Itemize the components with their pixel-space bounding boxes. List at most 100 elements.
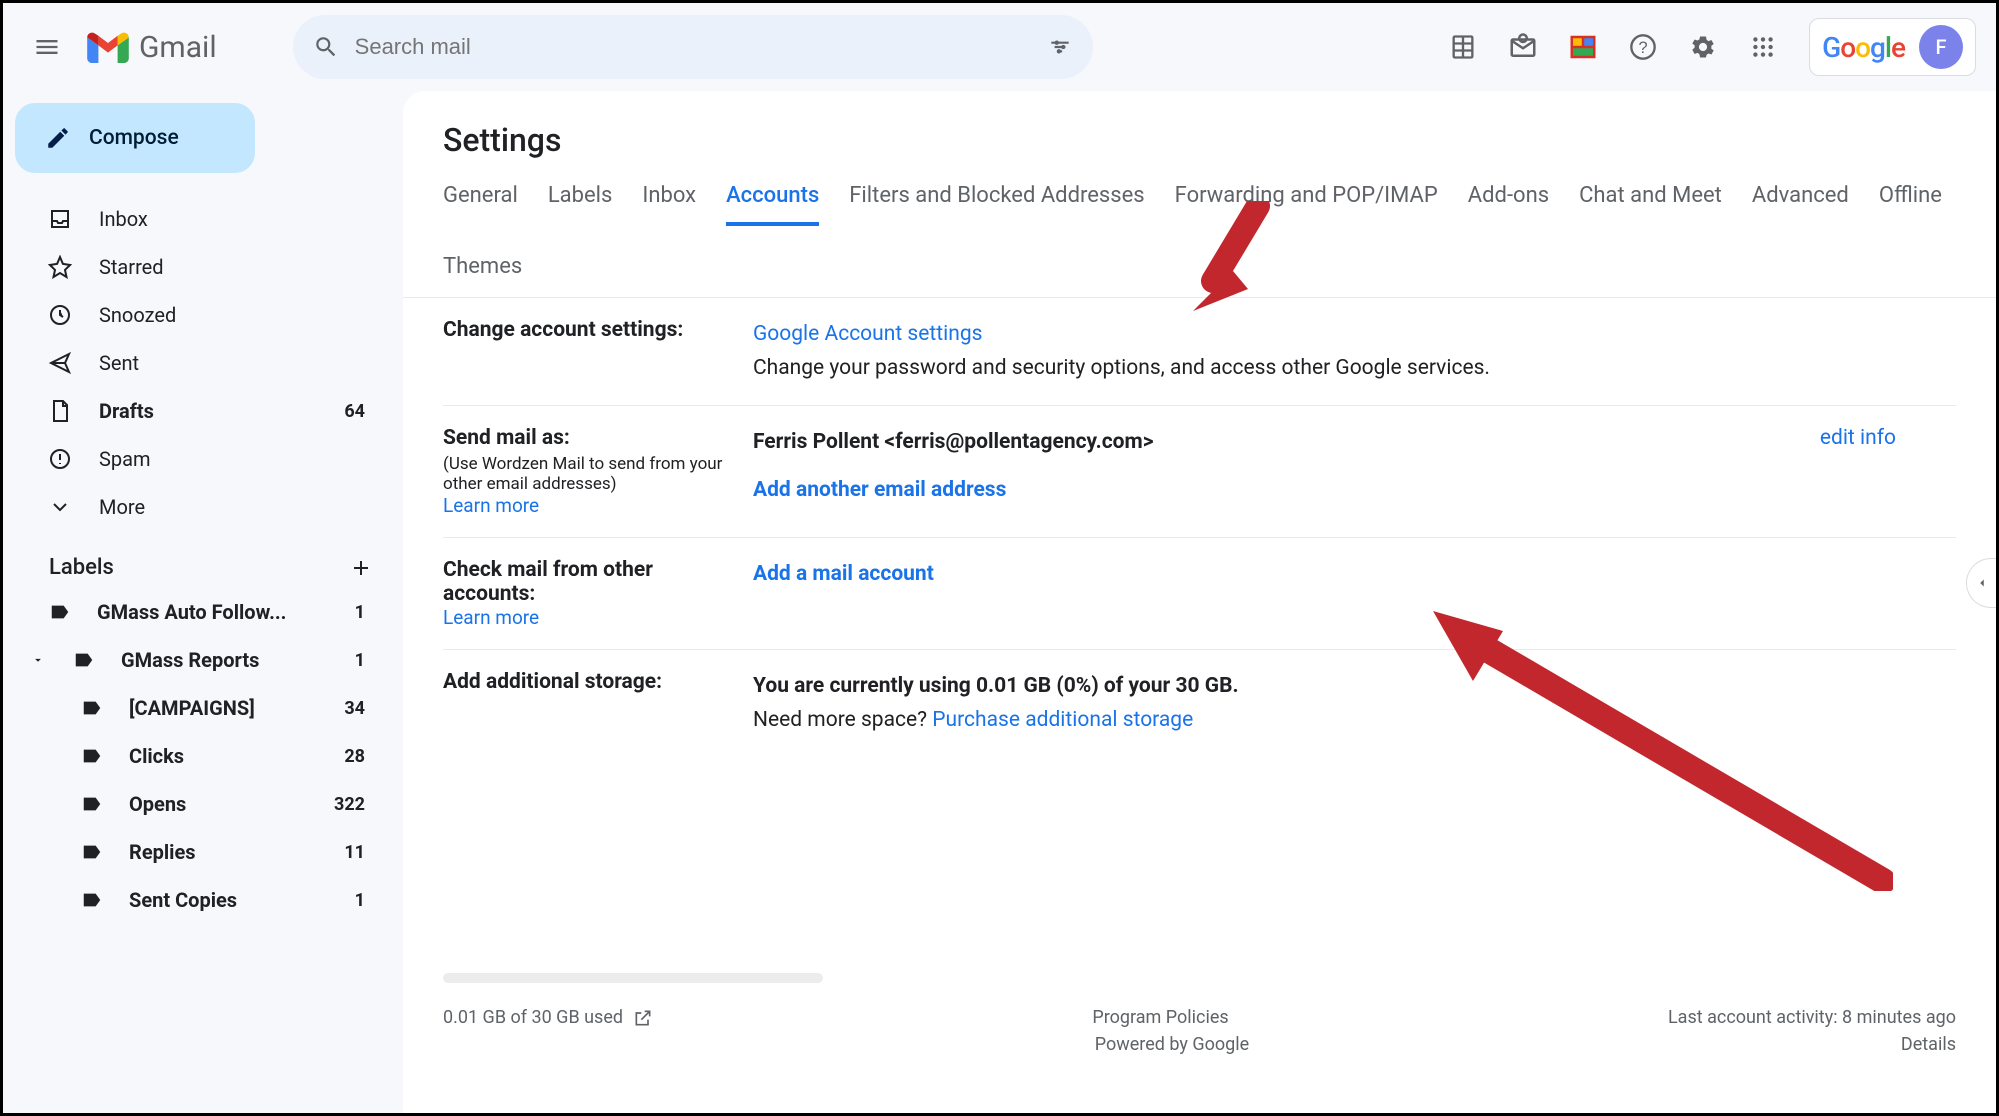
label-tag-icon bbox=[79, 697, 105, 719]
label-tag-icon bbox=[47, 601, 73, 623]
change-account-desc: Change your password and security option… bbox=[753, 356, 1490, 380]
label-opens[interactable]: Opens 322 bbox=[15, 780, 383, 828]
need-more-space-text: Need more space? bbox=[753, 708, 932, 732]
nav-snoozed[interactable]: Snoozed bbox=[15, 291, 383, 339]
label-campaigns[interactable]: [CAMPAIGNS] 34 bbox=[15, 684, 383, 732]
compose-label: Compose bbox=[89, 126, 179, 150]
label-count: 322 bbox=[334, 794, 365, 815]
learn-more-link[interactable]: Learn more bbox=[443, 606, 539, 629]
inbox-icon bbox=[47, 207, 73, 231]
label-sent-copies[interactable]: Sent Copies 1 bbox=[15, 876, 383, 924]
label-gmass-reports[interactable]: GMass Reports 1 bbox=[15, 636, 383, 684]
hamburger-icon bbox=[33, 33, 61, 61]
sender-identity: Ferris Pollent <ferris@pollentagency.com… bbox=[753, 426, 1956, 460]
nav-inbox[interactable]: Inbox bbox=[15, 195, 383, 243]
tab-advanced[interactable]: Advanced bbox=[1752, 183, 1849, 226]
nav-sent[interactable]: Sent bbox=[15, 339, 383, 387]
tab-accounts[interactable]: Accounts bbox=[726, 183, 819, 226]
tab-chat[interactable]: Chat and Meet bbox=[1579, 183, 1722, 226]
app-name: Gmail bbox=[139, 30, 217, 65]
tab-labels[interactable]: Labels bbox=[548, 183, 613, 226]
main-menu-button[interactable] bbox=[23, 23, 71, 71]
compose-button[interactable]: Compose bbox=[15, 103, 255, 173]
search-options-icon[interactable] bbox=[1047, 34, 1073, 60]
labels-title: Labels bbox=[49, 555, 114, 580]
label-text: GMass Reports bbox=[121, 648, 259, 672]
horizontal-scrollbar[interactable] bbox=[443, 973, 823, 983]
tab-general[interactable]: General bbox=[443, 183, 518, 226]
add-another-email-link[interactable]: Add another email address bbox=[753, 478, 1006, 502]
google-logo-text: Google bbox=[1822, 31, 1905, 64]
addon-sheets-icon[interactable] bbox=[1439, 23, 1487, 71]
label-tag-icon bbox=[79, 841, 105, 863]
powered-by: Powered by Google bbox=[1095, 1034, 1250, 1055]
label-clicks[interactable]: Clicks 28 bbox=[15, 732, 383, 780]
nav-starred[interactable]: Starred bbox=[15, 243, 383, 291]
section-subtitle: (Use Wordzen Mail to send from your othe… bbox=[443, 454, 743, 494]
nav-label: Drafts bbox=[99, 399, 154, 423]
tab-filters[interactable]: Filters and Blocked Addresses bbox=[849, 183, 1144, 226]
edit-info-link[interactable]: edit info bbox=[1820, 426, 1896, 450]
tab-addons[interactable]: Add-ons bbox=[1468, 183, 1549, 226]
nav-count: 64 bbox=[344, 401, 365, 422]
label-count: 34 bbox=[344, 698, 365, 719]
help-button[interactable]: ? bbox=[1619, 23, 1667, 71]
avatar-letter: F bbox=[1935, 35, 1946, 59]
footer-usage: 0.01 GB of 30 GB used bbox=[443, 1007, 623, 1028]
caret-down-icon[interactable] bbox=[29, 653, 47, 667]
label-tag-icon bbox=[79, 745, 105, 767]
user-avatar[interactable]: F bbox=[1919, 25, 1963, 69]
label-count: 1 bbox=[355, 650, 365, 671]
tab-offline[interactable]: Offline bbox=[1879, 183, 1942, 226]
addon-gmass-icon[interactable] bbox=[1559, 23, 1607, 71]
label-replies[interactable]: Replies 11 bbox=[15, 828, 383, 876]
star-icon bbox=[47, 255, 73, 279]
section-title: Add additional storage: bbox=[443, 670, 743, 694]
search-input[interactable] bbox=[355, 34, 1031, 60]
nav-label: Snoozed bbox=[99, 303, 176, 327]
nav-more[interactable]: More bbox=[15, 483, 383, 531]
nav-drafts[interactable]: Drafts 64 bbox=[15, 387, 383, 435]
label-gmass-autofollow[interactable]: GMass Auto Follow... 1 bbox=[15, 588, 383, 636]
purchase-storage-link[interactable]: Purchase additional storage bbox=[932, 708, 1193, 732]
gmail-logo[interactable]: Gmail bbox=[87, 30, 217, 65]
label-text: GMass Auto Follow... bbox=[97, 600, 286, 624]
settings-gear-button[interactable] bbox=[1679, 23, 1727, 71]
label-count: 28 bbox=[344, 746, 365, 767]
google-account-settings-link[interactable]: Google Account settings bbox=[753, 322, 982, 346]
section-storage: Add additional storage: You are currentl… bbox=[443, 650, 1956, 757]
open-in-new-icon[interactable] bbox=[633, 1008, 653, 1028]
account-chip[interactable]: Google F bbox=[1809, 18, 1976, 76]
app-header: Gmail ? Google F bbox=[3, 3, 1996, 91]
section-check-mail: Check mail from other accounts: Learn mo… bbox=[443, 538, 1956, 650]
tab-inbox[interactable]: Inbox bbox=[642, 183, 696, 226]
add-label-button[interactable] bbox=[349, 556, 373, 580]
labels-header: Labels bbox=[15, 531, 403, 588]
search-icon bbox=[313, 34, 339, 60]
sidebar: Compose Inbox Starred Snoozed Sent Draft… bbox=[3, 91, 403, 1113]
label-tag-icon bbox=[71, 649, 97, 671]
footer: 0.01 GB of 30 GB used Program Policies L… bbox=[443, 1001, 1956, 1055]
label-count: 11 bbox=[344, 842, 365, 863]
search-bar[interactable] bbox=[293, 15, 1093, 79]
account-activity: Last account activity: 8 minutes ago bbox=[1668, 1007, 1956, 1028]
settings-panel: Settings General Labels Inbox Accounts F… bbox=[403, 91, 1996, 1113]
tab-themes[interactable]: Themes bbox=[443, 254, 522, 293]
details-link[interactable]: Details bbox=[1901, 1034, 1956, 1055]
add-mail-account-link[interactable]: Add a mail account bbox=[753, 562, 934, 586]
file-icon bbox=[47, 399, 73, 423]
section-title: Check mail from other accounts: bbox=[443, 558, 743, 606]
addon-mail-icon[interactable] bbox=[1499, 23, 1547, 71]
apps-grid-button[interactable] bbox=[1739, 23, 1787, 71]
learn-more-link[interactable]: Learn more bbox=[443, 494, 539, 517]
settings-tabs: General Labels Inbox Accounts Filters an… bbox=[443, 183, 1956, 293]
tab-forwarding[interactable]: Forwarding and POP/IMAP bbox=[1175, 183, 1438, 226]
svg-text:?: ? bbox=[1639, 39, 1648, 57]
nav-spam[interactable]: Spam bbox=[15, 435, 383, 483]
chevron-left-icon bbox=[1975, 576, 1989, 590]
label-count: 1 bbox=[355, 602, 365, 623]
program-policies-link[interactable]: Program Policies bbox=[1092, 1007, 1228, 1028]
nav-label: More bbox=[99, 495, 145, 519]
label-count: 1 bbox=[355, 890, 365, 911]
nav-label: Spam bbox=[99, 447, 151, 471]
